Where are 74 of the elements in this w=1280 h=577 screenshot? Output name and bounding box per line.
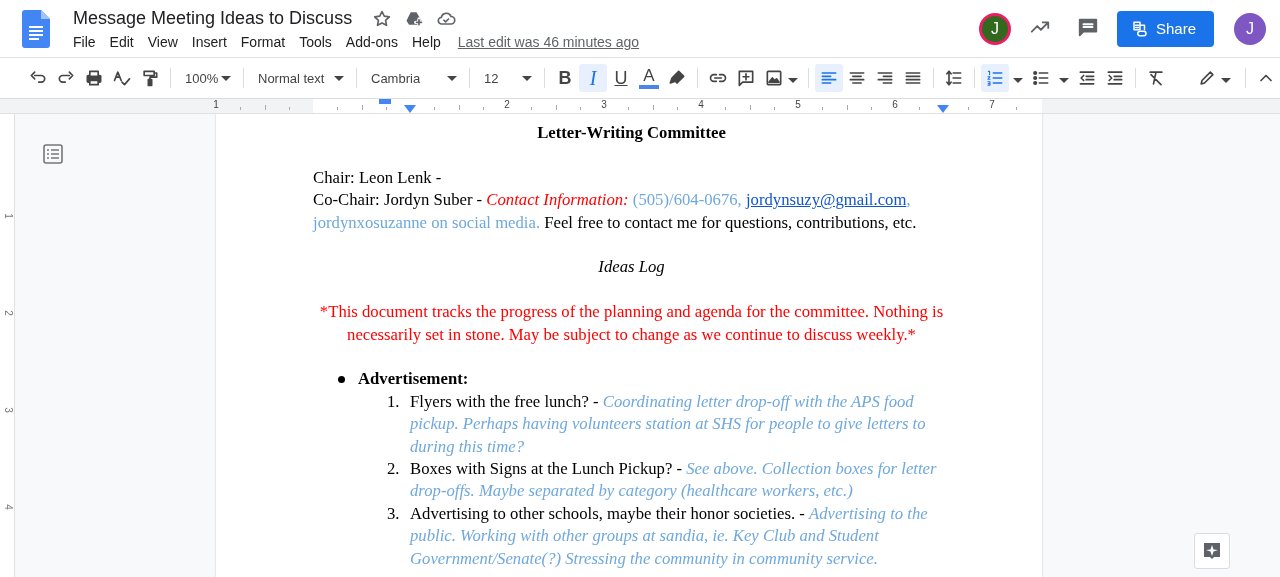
list-number: 3. — [387, 502, 401, 525]
list-item-text: Boxes with Signs at the Lunch Pickup? - See above. Collection boxes for letter drop-offs. Maybe separated by category (healthcare workers, etc.) — [410, 458, 938, 503]
list-item-text: Advertising to other schools, maybe their honor societies. - Advertising to the public. Working with other groups at sandia, ie. Key Club and Student Government/Senate(?) Stressing the community in community service. — [410, 502, 929, 570]
clear-formatting-icon[interactable] — [1146, 68, 1166, 88]
pencil-icon[interactable] — [1197, 68, 1217, 88]
ruler-number: 3 — [601, 99, 607, 110]
numbered-list-button[interactable] — [981, 64, 1009, 92]
caret-icon — [788, 78, 798, 83]
email-link[interactable]: jordynsuzy@gmail.com — [745, 190, 907, 210]
decrease-indent-icon[interactable] — [1077, 68, 1097, 88]
ruler-number: 6 — [892, 99, 898, 110]
paragraph: Co-Chair: Jordyn Suber - Contact Information: (505)/604-0676, jordynsuzy@gmail.com, jordynxosuzanne on social media. Feel free to contact me for questions, contributions, etc. — [313, 189, 918, 234]
caret-icon — [334, 75, 344, 81]
first-line-indent-marker[interactable] — [379, 99, 391, 104]
explore-button[interactable] — [1194, 533, 1230, 569]
menu-item[interactable]: Tools — [292, 33, 339, 51]
menu-item[interactable]: Insert — [184, 33, 234, 51]
spellcheck-icon[interactable] — [112, 68, 132, 88]
ruler-number: 2 — [2, 310, 14, 316]
menu-item[interactable]: Format — [233, 33, 293, 51]
document-heading: Letter-Writing Committee — [536, 122, 727, 144]
ruler-number: 1 — [2, 213, 14, 219]
ruler-number: 4 — [698, 99, 704, 110]
menu-item[interactable]: Edit — [102, 33, 141, 51]
paint-format-icon[interactable] — [140, 68, 160, 88]
menu-item[interactable]: File — [66, 33, 103, 51]
ruler-number: 1 — [213, 99, 219, 110]
increase-indent-icon[interactable] — [1105, 68, 1125, 88]
align-left-button[interactable] — [815, 64, 843, 92]
print-icon[interactable] — [84, 68, 104, 88]
menu-item[interactable]: View — [140, 33, 185, 51]
paragraph: Chair: Leon Lenk - — [313, 166, 443, 189]
document-title[interactable]: Message Meeting Ideas to Discuss — [73, 8, 353, 29]
numbered-list-icon — [985, 68, 1005, 88]
caret-icon — [447, 75, 457, 81]
list-number: 2. — [387, 458, 401, 481]
share-button[interactable]: Share — [1116, 10, 1214, 47]
ruler-number: 3 — [2, 407, 14, 413]
ruler-number: 7 — [989, 99, 995, 110]
image-icon[interactable] — [764, 68, 784, 88]
avatar[interactable]: J — [1234, 12, 1266, 45]
sparkle-icon — [1202, 541, 1222, 561]
line-spacing-icon[interactable] — [944, 68, 964, 88]
paragraph: Ideas Log — [597, 256, 666, 279]
text-color-button[interactable]: A — [635, 64, 663, 92]
caret-icon — [1059, 78, 1069, 83]
underline-button[interactable]: U — [607, 64, 635, 92]
list-heading: Advertisement: — [358, 368, 469, 391]
font-size-dropdown[interactable]: 12 — [476, 64, 538, 92]
avatar[interactable]: J — [978, 12, 1011, 45]
zoom-dropdown[interactable]: 100% — [177, 64, 237, 92]
menu-item[interactable]: Help — [405, 33, 448, 51]
bold-button[interactable]: B — [551, 64, 579, 92]
caret-icon — [221, 75, 231, 81]
list-item-text: Flyers with the free lunch? - Coordinating letter drop-off with the APS food pickup. Perhaps having volunteers station at SHS for people to give letters to during this time? — [410, 390, 927, 458]
list-number: 1. — [387, 390, 401, 413]
bulleted-list-icon — [1031, 68, 1051, 88]
star-icon[interactable] — [372, 8, 393, 29]
ruler-number: 4 — [2, 504, 14, 510]
bullet-icon — [338, 376, 345, 384]
add-comment-icon[interactable] — [736, 68, 756, 88]
menu-item[interactable]: Add-ons — [338, 33, 405, 51]
ruler-number: 5 — [795, 99, 801, 110]
font-dropdown[interactable]: Cambria — [363, 64, 463, 92]
docs-logo-icon[interactable] — [22, 9, 50, 48]
paragraph: *This document tracks the progress of the planning and agenda for the committee. Nothing is necessarily set in stone. May be subject to change as we continue to discuss weekly.* — [318, 301, 945, 346]
style-dropdown[interactable]: Normal text — [250, 64, 350, 92]
ruler-number: 2 — [504, 99, 510, 110]
italic-button[interactable]: I — [579, 64, 607, 92]
caret-icon — [1221, 78, 1231, 83]
document-outline-icon[interactable] — [43, 144, 63, 164]
caret-icon — [522, 75, 532, 81]
caret-icon — [1013, 78, 1023, 83]
last-edit-link[interactable]: Last edit was 46 minutes ago — [457, 34, 640, 50]
